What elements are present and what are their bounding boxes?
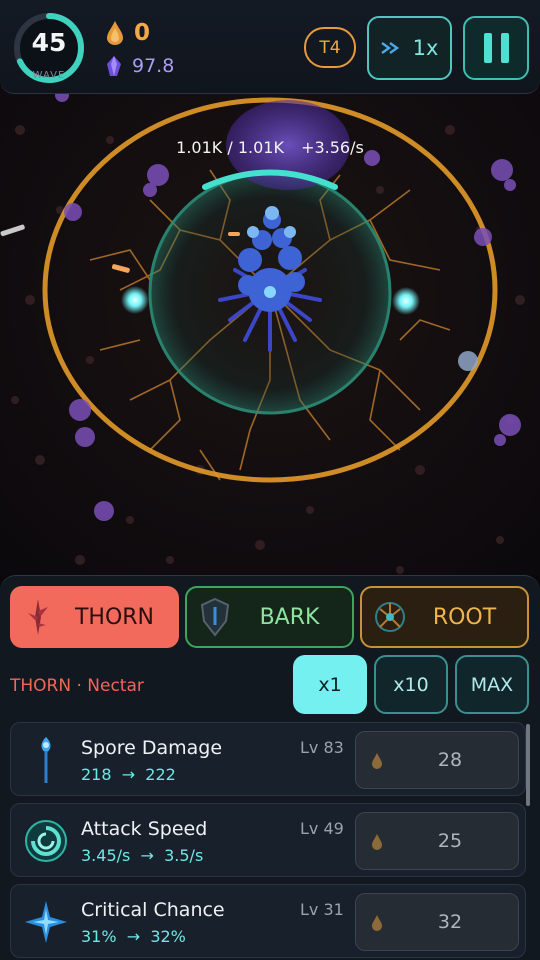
upgrade-list-scrollbar[interactable]: [526, 724, 530, 806]
section-label: THORN · Nectar: [10, 676, 144, 696]
wave-label: WAVE: [32, 70, 66, 81]
orb-left: [121, 286, 149, 314]
fast-forward-icon: [380, 41, 399, 55]
game-speed-button[interactable]: 1x: [367, 16, 452, 80]
upgrade-level: Lv 49: [300, 819, 344, 838]
enemy-bolt: [0, 224, 25, 237]
tree-hp-readout: 1.01K / 1.01K +3.56/s: [0, 138, 540, 157]
multiplier-x1-button[interactable]: x1: [293, 655, 367, 714]
tab-root-label: ROOT: [432, 604, 497, 630]
wave-number: 45: [31, 28, 67, 57]
tab-bark[interactable]: BARK: [185, 586, 354, 648]
root-icon: [375, 602, 405, 632]
burst-icon: [25, 901, 67, 943]
bark-shield-icon: [200, 597, 230, 637]
upgrade-values: 31% → 32%: [81, 927, 186, 946]
gem-value: 97.8: [132, 55, 175, 77]
orb-right: [392, 287, 420, 315]
upgrade-row-attack-speed: Attack Speed 3.45/s → 3.5/s Lv 49 25: [10, 803, 526, 877]
hp-regen: +3.56/s: [301, 138, 364, 157]
upgrade-values: 218 → 222: [81, 765, 176, 784]
hp-value: 1.01K / 1.01K: [176, 138, 284, 157]
buy-upgrade-button[interactable]: 28: [355, 731, 519, 789]
tab-bark-label: BARK: [259, 604, 320, 630]
upgrade-level: Lv 31: [300, 900, 344, 919]
upgrade-name: Attack Speed: [81, 818, 208, 840]
upgrade-values: 3.45/s → 3.5/s: [81, 846, 204, 865]
buy-upgrade-button[interactable]: 25: [355, 812, 519, 870]
gem-counter: 97.8: [104, 54, 174, 78]
multiplier-max-button[interactable]: MAX: [455, 655, 529, 714]
upgrade-name: Spore Damage: [81, 737, 223, 759]
upgrade-list: Spore Damage 218 → 222 Lv 83 28 Attack S…: [10, 722, 526, 960]
swirl-icon: [25, 820, 67, 862]
upgrade-name: Critical Chance: [81, 899, 225, 921]
upgrade-row-spore-damage: Spore Damage 218 → 222 Lv 83 28: [10, 722, 526, 796]
tab-thorn-label: THORN: [74, 604, 155, 630]
tier-button[interactable]: T4: [304, 27, 356, 68]
top-hud: 45 WAVE 0 97.8 T4 1x: [0, 0, 540, 94]
upgrade-panel: THORN BARK ROOT THORN · Nectar x1 x10 MA…: [0, 575, 540, 960]
tab-root[interactable]: ROOT: [360, 586, 529, 648]
nectar-drop-icon: [107, 21, 123, 45]
nectar-value: 0: [134, 20, 151, 46]
upgrade-level: Lv 83: [300, 738, 344, 757]
nectar-drop-icon: [372, 834, 382, 850]
thorn-icon: [28, 599, 48, 635]
upgrade-row-critical-chance: Critical Chance 31% → 32% Lv 31 32: [10, 884, 526, 958]
nectar-drop-icon: [372, 753, 382, 769]
nectar-drop-icon: [372, 915, 382, 931]
gem-crystal-icon: [107, 56, 121, 76]
spore-wand-icon: [41, 737, 51, 783]
nectar-counter: 0: [104, 20, 150, 46]
game-speed-label: 1x: [412, 36, 439, 60]
pause-icon: [483, 33, 492, 63]
tab-thorn[interactable]: THORN: [10, 586, 179, 648]
buy-upgrade-button[interactable]: 32: [355, 893, 519, 951]
multiplier-x10-button[interactable]: x10: [374, 655, 448, 714]
pause-button[interactable]: [463, 16, 529, 80]
pause-icon-bar: [500, 33, 509, 63]
